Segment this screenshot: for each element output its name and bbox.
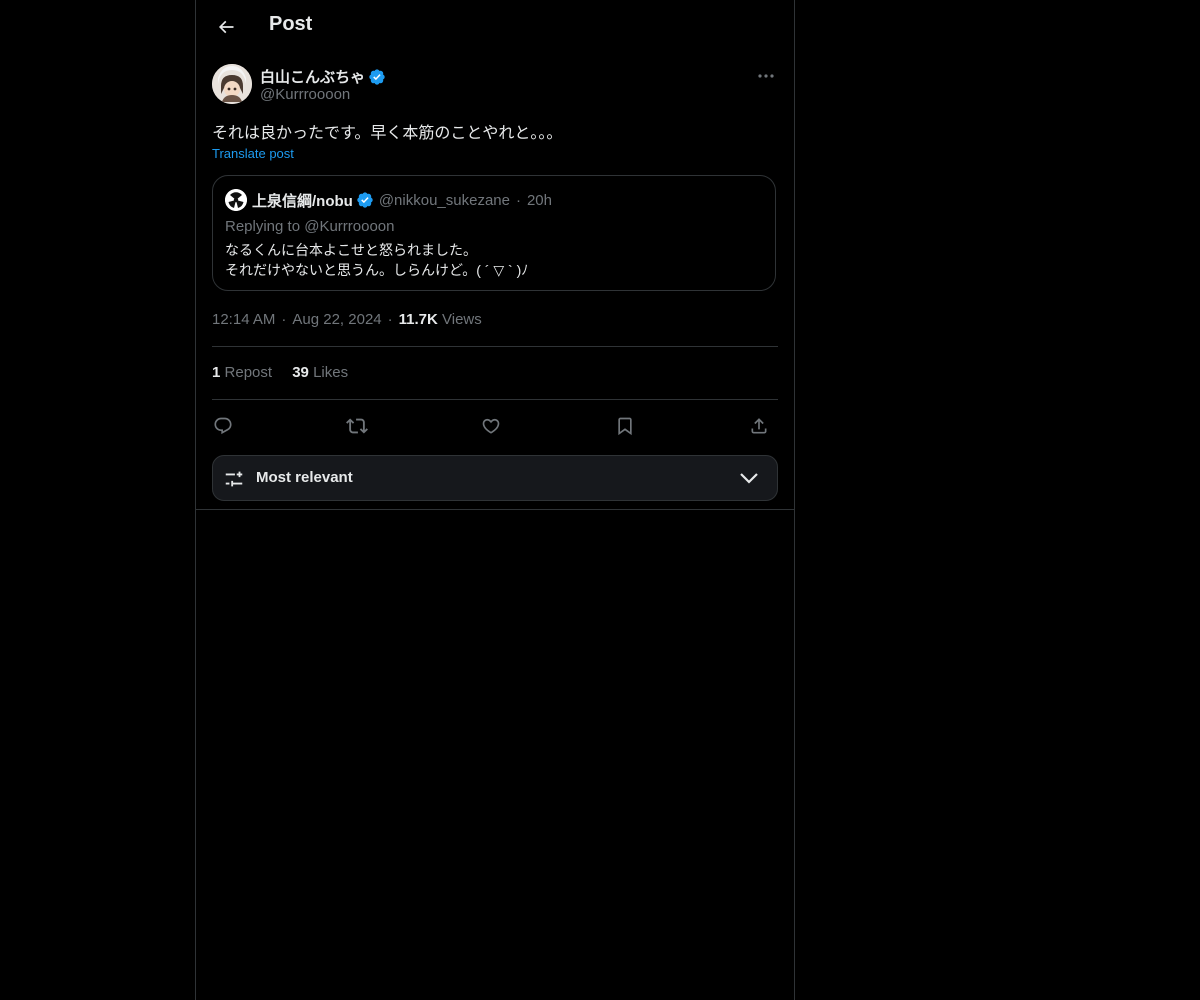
quoted-text-line: なるくんに台本よこせと怒られました。 [225,242,477,258]
author-avatar[interactable] [212,64,252,104]
quoted-author-handle: @nikkou_sukezane [378,191,510,209]
reposts-stat[interactable]: 1 Repost [212,364,272,381]
quoted-author-avatar [225,189,247,211]
post-stats: 1 Repost 39 Likes [212,364,348,381]
quoted-text-line: それだけやないと思うん。しらんけど。( ´ ▽ ` )ﾉ [225,262,529,278]
quoted-post-time: 20h [526,191,552,209]
post-time[interactable]: 12:14 AM [212,311,275,328]
post-text: それは良かったです。早く本筋のことやれと。。。 [212,125,563,142]
chevron-down-icon [740,473,758,484]
separator-dot: · [387,311,393,328]
views-label: Views [442,311,482,328]
divider [196,509,794,510]
reposts-label: Repost [224,364,273,381]
like-icon [482,418,500,434]
more-dots-icon [758,74,774,78]
back-button[interactable] [210,11,242,43]
post-date[interactable]: Aug 22, 2024 [292,311,381,328]
quoted-post-text: なるくんに台本よこせと怒られました。 それだけやないと思うん。しらんけど。( ´… [225,240,528,280]
likes-stat[interactable]: 39 Likes [292,364,348,381]
author-handle[interactable]: @Kurrroooon [260,86,350,103]
reposts-count: 1 [212,364,221,381]
quoted-post-header: 上泉信綱/nobu @nikkou_sukezane · 20h [225,189,552,211]
quoted-replying-to: Replying to @Kurrroooon [225,218,395,235]
share-button[interactable] [744,411,774,441]
top-bar: Post [196,0,794,53]
more-options-button[interactable] [754,66,778,86]
reply-sort-dropdown[interactable]: Most relevant [212,455,778,501]
divider [212,346,778,347]
likes-count: 39 [292,364,309,381]
quoted-post[interactable]: 上泉信綱/nobu @nikkou_sukezane · 20h Replyin… [212,175,776,291]
post-actions [212,408,778,438]
author-name[interactable]: 白山こんぶちゃ [260,66,386,87]
views-count: 11.7K [398,311,438,328]
bookmark-icon [618,417,632,436]
separator-dot: · [515,191,521,209]
sliders-icon [225,471,243,487]
reply-icon [214,417,232,435]
separator-dot: · [281,311,287,328]
page-title: Post [269,13,313,35]
primary-column: Post 白山こんぶちゃ @Kurrroooon それは良かったです。早く本筋の… [195,0,795,1000]
translate-post-link[interactable]: Translate post [212,146,294,161]
likes-label: Likes [313,364,349,381]
reply-button[interactable] [208,411,238,441]
repost-icon [346,418,368,434]
repost-button[interactable] [342,411,372,441]
verified-badge-icon [357,192,373,208]
post-author: 白山こんぶちゃ @Kurrroooon [212,64,778,106]
arrow-left-icon [218,20,234,34]
post-metadata: 12:14 AM · Aug 22, 2024 · 11.7K Views [212,311,482,328]
sort-label: Most relevant [256,469,353,486]
verified-badge-icon [369,68,385,85]
quoted-author-name: 上泉信綱/nobu [252,192,353,210]
share-icon [751,418,767,434]
bookmark-button[interactable] [610,411,640,441]
author-name-text: 白山こんぶちゃ [260,69,366,86]
divider [212,399,778,400]
like-button[interactable] [476,411,506,441]
